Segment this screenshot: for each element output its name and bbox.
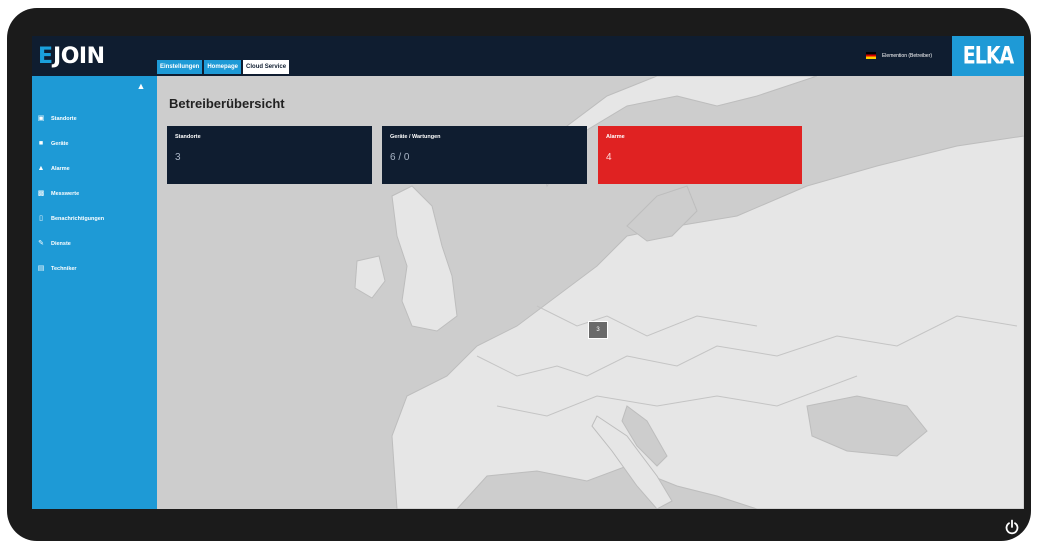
tab-einstellungen[interactable]: Einstellungen [157, 60, 203, 74]
card-value: 4 [606, 152, 612, 163]
sidebar-item-dienste[interactable]: ✎ Dienste [32, 231, 157, 256]
logo-text: JOIN [53, 43, 105, 69]
german-flag-icon[interactable] [865, 52, 876, 59]
phone-icon: ▯ [39, 214, 43, 222]
card-alarme[interactable]: Alarme 4 [598, 126, 802, 184]
card-standorte[interactable]: Standorte 3 [167, 126, 372, 184]
location-cluster-marker[interactable]: 3 [588, 321, 608, 339]
brand-text: ELKA [962, 42, 1015, 70]
sidebar-item-label: Dienste [51, 240, 71, 247]
map-icon: ▣ [37, 114, 45, 122]
bell-icon[interactable]: ▲ [136, 81, 146, 91]
card-title: Standorte [175, 134, 201, 140]
sidebar-item-standorte[interactable]: ▣ Standorte [32, 106, 157, 131]
logo-prefix: E [38, 43, 54, 69]
sidebar-item-alarme[interactable]: ▲ Alarme [32, 156, 157, 181]
sidebar-nav: ▣ Standorte ■ Geräte ▲ Alarme ▩ Messwert… [32, 106, 157, 281]
warning-icon: ▲ [37, 164, 45, 172]
card-title: Geräte / Wartungen [390, 134, 441, 140]
card-value: 3 [175, 152, 181, 163]
page-title: Betreiberübersicht [169, 96, 285, 111]
wrench-icon: ✎ [38, 239, 44, 247]
card-value: 6 / 0 [390, 152, 410, 163]
ejoin-logo: E JOIN [32, 36, 157, 76]
sidebar: ▲ ▣ Standorte ■ Geräte ▲ Alarme ▩ Messwe… [32, 76, 157, 509]
sidebar-item-label: Benachrichtigungen [51, 215, 105, 222]
sidebar-item-label: Alarme [51, 165, 70, 172]
user-menu[interactable]: Elemention (Betreiber) [865, 52, 932, 59]
sidebar-item-label: Messwerte [51, 190, 80, 197]
sidebar-item-geraete[interactable]: ■ Geräte [32, 131, 157, 156]
sidebar-item-techniker[interactable]: ▤ Techniker [32, 256, 157, 281]
chart-icon: ▩ [37, 189, 45, 197]
sidebar-item-benachrichtigungen[interactable]: ▯ Benachrichtigungen [32, 206, 157, 231]
sidebar-item-label: Techniker [51, 265, 77, 272]
power-icon[interactable] [1004, 519, 1020, 535]
user-name[interactable]: Elemention (Betreiber) [882, 53, 932, 59]
id-card-icon: ▤ [37, 264, 45, 272]
sidebar-item-label: Geräte [51, 140, 69, 147]
sidebar-item-label: Standorte [51, 115, 77, 122]
top-tabs: Einstellungen Homepage Cloud Service [157, 60, 290, 74]
tab-homepage[interactable]: Homepage [204, 60, 242, 74]
card-geraete-wartungen[interactable]: Geräte / Wartungen 6 / 0 [382, 126, 587, 184]
card-title: Alarme [606, 134, 625, 140]
top-bar: E JOIN Einstellungen Homepage Cloud Servi… [32, 36, 1024, 76]
sidebar-item-messwerte[interactable]: ▩ Messwerte [32, 181, 157, 206]
app-screen: E JOIN Einstellungen Homepage Cloud Servi… [32, 36, 1024, 509]
device-icon: ■ [38, 139, 44, 147]
tab-cloud-service[interactable]: Cloud Service [243, 60, 290, 74]
elka-brand-logo: ELKA [952, 36, 1024, 76]
